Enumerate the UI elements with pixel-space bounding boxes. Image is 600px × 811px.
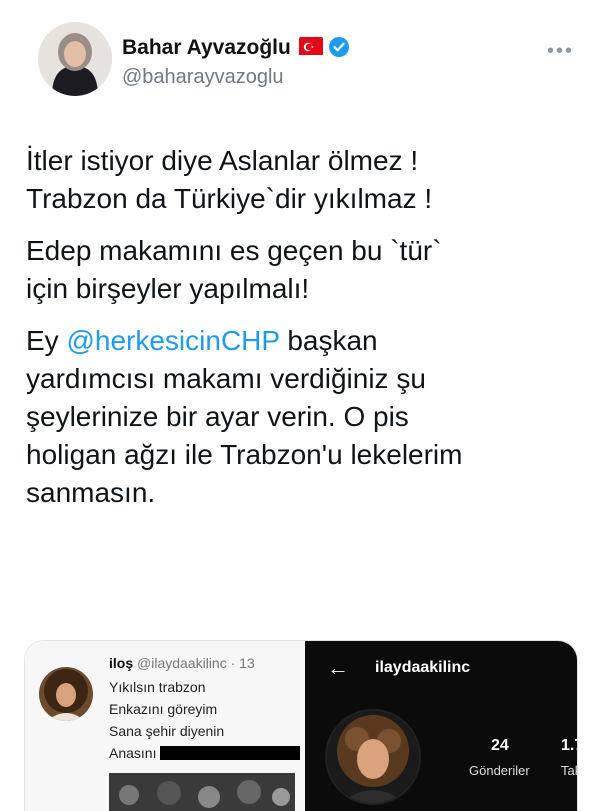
tweet-text-suffix: başkan	[279, 325, 378, 356]
tweet-header: Bahar Ayvazoğlu @baharayvazoglu •••	[0, 0, 600, 120]
tweet-paragraph-1: İtler istiyor diye Aslanlar ölmez ! Trab…	[26, 142, 586, 218]
quoted-text-line: Enkazını göreyim	[109, 701, 218, 717]
posts-label: Gönderiler	[469, 763, 530, 778]
quoted-user-header: iloş @ilaydaakilinc · 13	[109, 655, 255, 671]
tweet-line: sanmasın.	[26, 477, 156, 508]
tweet-line: yardımcısı makamı verdiğiniz şu	[26, 363, 426, 394]
profile-username: ilaydaakilinc	[375, 659, 471, 676]
tweet-line: Trabzon da Türkiye`dir yıkılmaz !	[26, 183, 433, 214]
turkey-flag-icon	[298, 37, 323, 55]
author-handle[interactable]: @baharayvazoglu	[122, 66, 284, 89]
tweet-line: şeylerinize bir ayar verin. O pis	[26, 401, 409, 432]
author-avatar[interactable]	[38, 22, 112, 96]
verified-badge-icon	[328, 37, 349, 57]
author-name-row[interactable]: Bahar Ayvazoğlu	[122, 36, 349, 60]
tweet-paragraph-3: Ey @herkesicinCHP başkan yardımcısı maka…	[26, 322, 586, 512]
media-left-screenshot[interactable]: iloş @ilaydaakilinc · 13 Yıkılsın trabzo…	[25, 641, 305, 811]
profile-avatar	[325, 709, 421, 805]
author-name[interactable]: Bahar Ayvazoğlu	[122, 36, 291, 59]
quoted-user-handle: @ilaydaakilinc · 13	[137, 655, 255, 671]
back-arrow-icon[interactable]: ←	[327, 655, 349, 681]
tweet-paragraph-2: Edep makamını es geçen bu `tür` için bir…	[26, 232, 586, 308]
more-horizontal-icon[interactable]: •••	[547, 40, 574, 63]
quoted-photo	[109, 773, 295, 811]
tweet-text-prefix: Ey	[26, 325, 67, 356]
media-right-screenshot[interactable]: ← ilaydaakilinc 24 Gönderiler 1.70 Takip	[305, 641, 577, 811]
quoted-text-line: Yıkılsın trabzon	[109, 679, 206, 695]
quoted-user-name: iloş	[109, 655, 134, 671]
quoted-text-line: Sana şehir diyenin	[109, 723, 225, 739]
followers-count: 1.70	[561, 737, 577, 754]
quoted-text-prefix: Anasını	[109, 745, 161, 761]
tweet-text: İtler istiyor diye Aslanlar ölmez ! Trab…	[26, 142, 586, 526]
quoted-text-line-redacted: Anasını	[109, 745, 301, 761]
posts-count: 24	[491, 737, 509, 754]
tweet-line: İtler istiyor diye Aslanlar ölmez !	[26, 145, 419, 176]
followers-label: Takip	[561, 763, 577, 778]
tweet-line: için birşeyler yapılmalı!	[26, 273, 310, 304]
redaction-bar	[160, 746, 301, 760]
tweet-media[interactable]: iloş @ilaydaakilinc · 13 Yıkılsın trabzo…	[24, 640, 578, 811]
tweet-line: Edep makamını es geçen bu `tür`	[26, 235, 442, 266]
tweet-line: holigan ağzı ile Trabzon'u lekelerim	[26, 439, 463, 470]
quoted-user-avatar	[39, 667, 93, 721]
mention-link[interactable]: @herkesicinCHP	[66, 325, 279, 356]
